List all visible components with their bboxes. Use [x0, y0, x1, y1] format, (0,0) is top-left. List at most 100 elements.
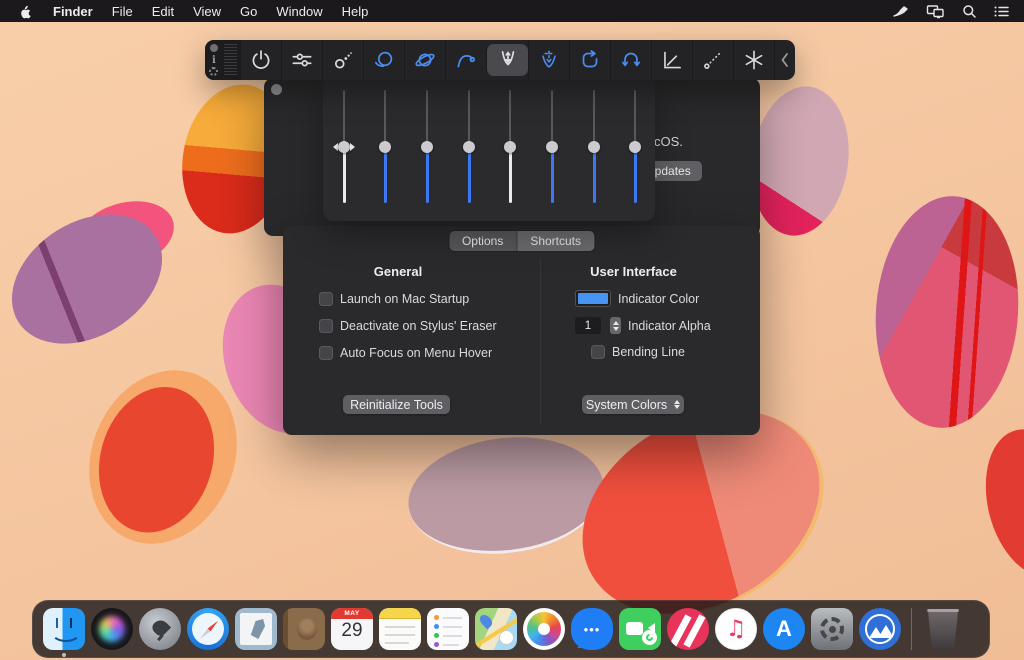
wallpaper-shape: [402, 426, 611, 564]
orbit-button[interactable]: [404, 40, 445, 80]
dock-icon-photos[interactable]: [522, 607, 566, 651]
slider-knob[interactable]: [588, 141, 600, 153]
dock-icon-app-cleaner[interactable]: [858, 607, 902, 651]
axes-button[interactable]: [651, 40, 692, 80]
snap-button[interactable]: [733, 40, 774, 80]
dock-icon-system-preferences[interactable]: [810, 607, 854, 651]
stepper-down-icon: [613, 327, 619, 334]
rotate-loop-icon: [577, 47, 603, 73]
slider-knob[interactable]: [338, 141, 350, 153]
pressure-tool-button[interactable]: [486, 44, 527, 76]
dock-icon-finder[interactable]: [42, 607, 86, 651]
dock-icon-safari[interactable]: [186, 607, 230, 651]
pressure-slider-2[interactable]: [378, 90, 392, 203]
checkbox-row: Launch on Mac Startup: [319, 292, 469, 306]
dock-icon-trash[interactable]: [921, 607, 965, 651]
gear-icon[interactable]: [209, 67, 218, 76]
dock-icon-notes[interactable]: [378, 607, 422, 651]
stylus-pressure-icon: [495, 47, 521, 73]
menu-item-edit[interactable]: Edit: [152, 4, 174, 19]
tune-button[interactable]: [281, 40, 322, 80]
dotted-circle-icon: [330, 47, 356, 73]
slider-knob[interactable]: [629, 141, 641, 153]
calendar-day: 29: [331, 620, 373, 642]
lazy-radius-button[interactable]: [363, 40, 404, 80]
window-close-button[interactable]: [271, 84, 282, 95]
dock-icon-messages[interactable]: •••: [570, 607, 614, 651]
tune-sliders-icon: [289, 47, 315, 73]
menu-list-icon[interactable]: [994, 5, 1010, 18]
search-icon[interactable]: [962, 4, 977, 19]
dock: MAY 29 •••: [32, 600, 990, 658]
about-text-fragment: cOS.: [654, 134, 683, 149]
slider-knob[interactable]: [421, 141, 433, 153]
bending-line-row: Bending Line: [591, 345, 685, 359]
menu-item-window[interactable]: Window: [276, 4, 322, 19]
dock-icon-news[interactable]: [666, 607, 710, 651]
system-colors-dropdown[interactable]: System Colors: [582, 395, 684, 414]
angle-axes-icon: [659, 47, 685, 73]
line-button[interactable]: [692, 40, 733, 80]
menu-item-help[interactable]: Help: [342, 4, 369, 19]
dock-icon-launchpad[interactable]: [138, 607, 182, 651]
deactivate-on-eraser-checkbox[interactable]: [319, 319, 333, 333]
menu-item-view[interactable]: View: [193, 4, 221, 19]
running-indicator: [62, 653, 66, 657]
dock-icon-maps[interactable]: [474, 607, 518, 651]
info-icon[interactable]: i: [212, 55, 216, 66]
dock-icon-mail[interactable]: [234, 607, 278, 651]
dock-icon-facetime[interactable]: [618, 607, 662, 651]
precision-button[interactable]: [322, 40, 363, 80]
pressure-slider-5[interactable]: [503, 90, 517, 203]
slider-knob[interactable]: [546, 141, 558, 153]
tab-shortcuts[interactable]: Shortcuts: [517, 231, 594, 251]
stylus-status-icon[interactable]: [892, 4, 909, 19]
indicator-alpha-stepper[interactable]: [610, 317, 621, 334]
bending-line-checkbox[interactable]: [591, 345, 605, 359]
chevron-left-icon: [777, 50, 793, 70]
dock-icon-siri[interactable]: [90, 607, 134, 651]
collapse-toolbar-button[interactable]: [774, 40, 795, 80]
displays-status-icon[interactable]: [926, 4, 945, 19]
pressure-slider-6[interactable]: [545, 90, 559, 203]
pressure-slider-8[interactable]: [628, 90, 642, 203]
calendar-month: MAY: [331, 608, 373, 619]
checkbox-label: Launch on Mac Startup: [340, 292, 469, 306]
launch-on-startup-checkbox[interactable]: [319, 292, 333, 306]
wallpaper-shape: [971, 419, 1024, 587]
indicator-color-well[interactable]: [575, 290, 611, 307]
slider-knob[interactable]: [504, 141, 516, 153]
menu-item-finder[interactable]: Finder: [53, 4, 93, 19]
tilt-button[interactable]: [610, 40, 651, 80]
slider-knob[interactable]: [379, 141, 391, 153]
crossed-ellipse-icon: [412, 47, 438, 73]
menu-item-file[interactable]: File: [112, 4, 133, 19]
pressure-slider-3[interactable]: [420, 90, 434, 203]
tool-palette: i: [205, 40, 795, 80]
curve-button[interactable]: [445, 40, 486, 80]
pressure-slider-7[interactable]: [587, 90, 601, 203]
rotation-button[interactable]: [569, 40, 610, 80]
wallpaper-shape: [868, 191, 1024, 432]
tab-options[interactable]: Options: [449, 231, 517, 251]
menu-item-go[interactable]: Go: [240, 4, 257, 19]
slider-knob[interactable]: [463, 141, 475, 153]
grip-texture[interactable]: [224, 44, 237, 76]
reinitialize-tools-button[interactable]: Reinitialize Tools: [343, 395, 450, 414]
pressure-slider-1[interactable]: [337, 90, 351, 203]
dock-icon-itunes[interactable]: ♫: [714, 607, 758, 651]
dock-icon-calendar[interactable]: MAY 29: [330, 607, 374, 651]
pressure-slider-4[interactable]: [462, 90, 476, 203]
dock-icon-appstore[interactable]: A: [762, 607, 806, 651]
auto-focus-checkbox[interactable]: [319, 346, 333, 360]
apple-menu[interactable]: [18, 3, 32, 19]
dock-icon-reminders[interactable]: [426, 607, 470, 651]
indicator-alpha-field[interactable]: 1: [575, 317, 601, 334]
dock-icon-contacts[interactable]: [282, 607, 326, 651]
handle-dot-icon[interactable]: [210, 44, 218, 52]
power-button[interactable]: [241, 40, 281, 80]
toolbar-drag-handle[interactable]: i: [205, 40, 241, 80]
settings-window: Options Shortcuts General User Interface…: [283, 226, 760, 435]
checkbox-label: Deactivate on Stylus' Eraser: [340, 319, 497, 333]
pressure-range-button[interactable]: [528, 40, 569, 80]
